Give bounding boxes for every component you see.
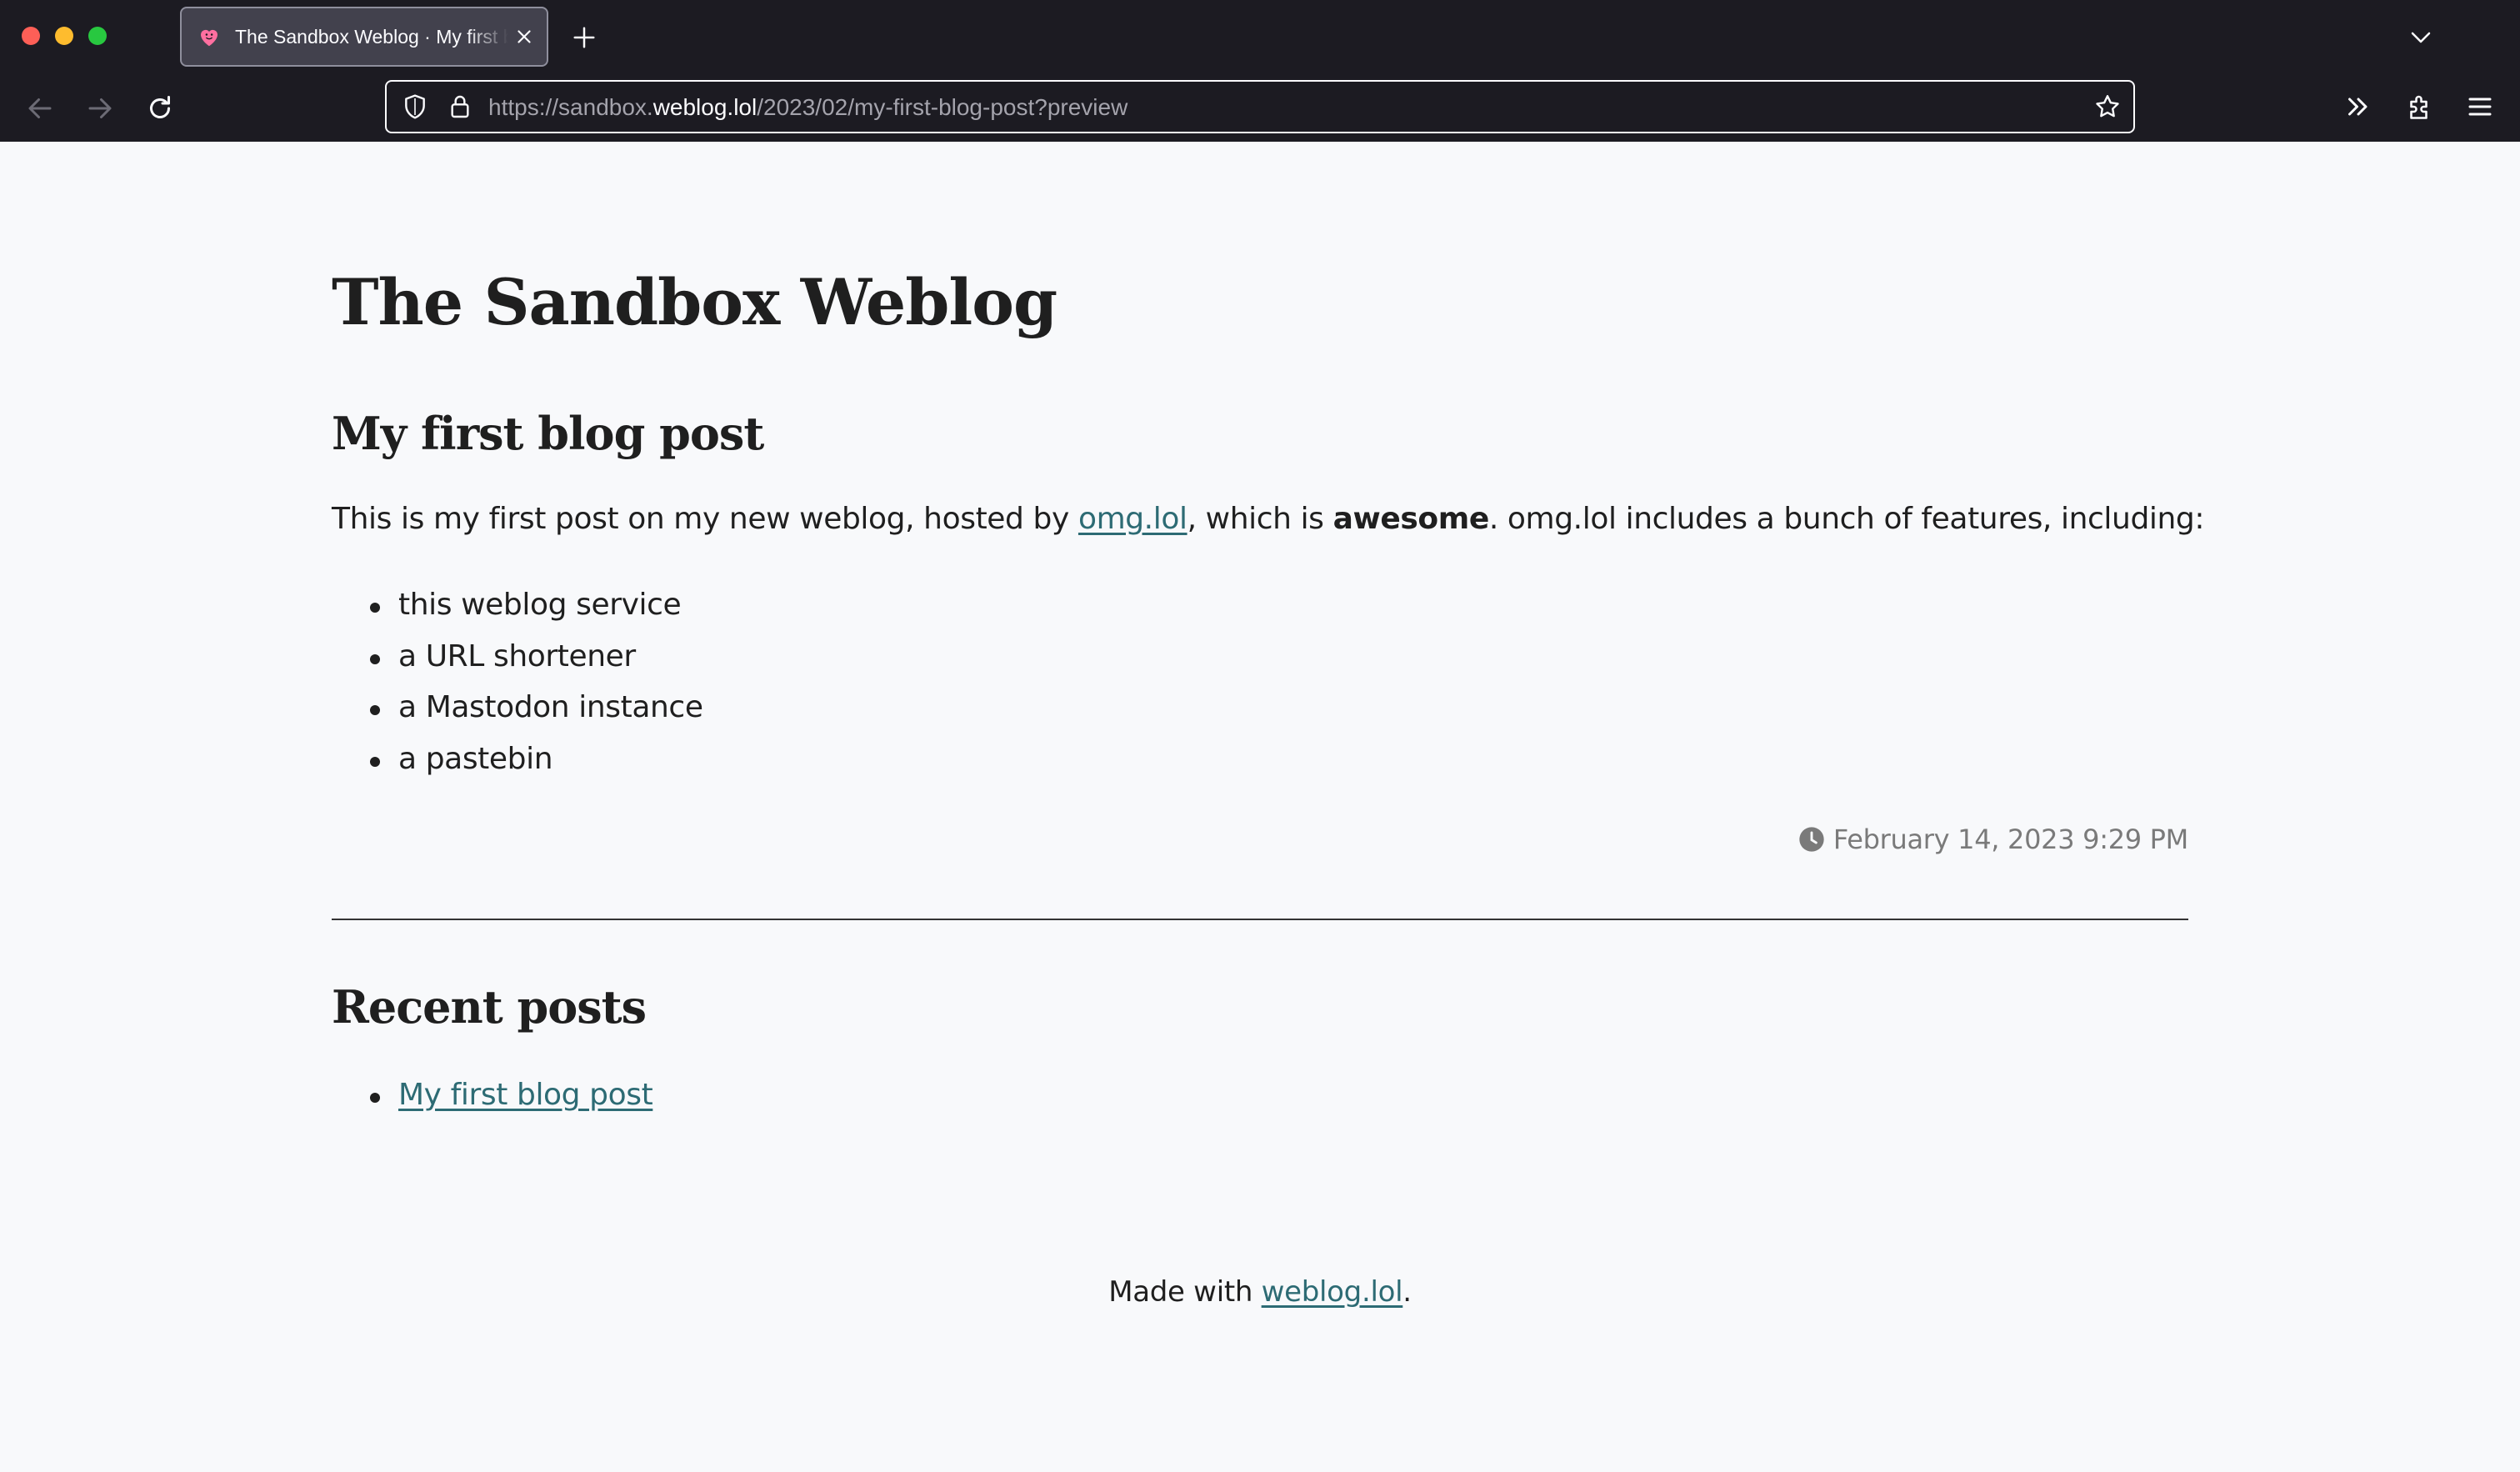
- bookmark-star-icon[interactable]: [2093, 93, 2122, 121]
- intro-text-middle: , which is: [1187, 502, 1333, 536]
- recent-post-link[interactable]: My first blog post: [398, 1078, 653, 1112]
- url-subdomain: sandbox.: [558, 94, 653, 120]
- footer-suffix: .: [1402, 1275, 1412, 1309]
- back-arrow-icon[interactable]: [25, 93, 55, 123]
- post-date: February 14, 2023 9:29 PM: [1798, 824, 2188, 855]
- new-tab-plus-icon[interactable]: [572, 25, 597, 50]
- intro-bold-word: awesome: [1332, 502, 1490, 536]
- heart-favicon-icon: [201, 29, 218, 47]
- page-footer: Made with weblog.lol.: [0, 1275, 2520, 1309]
- list-item: a Mastodon instance: [332, 689, 703, 741]
- post-title: My first blog post: [332, 407, 764, 460]
- overflow-chevrons-icon[interactable]: [2343, 92, 2373, 122]
- extensions-puzzle-icon[interactable]: [2405, 92, 2435, 122]
- post-intro-paragraph: This is my first post on my new weblog, …: [332, 502, 2205, 536]
- tab-list-chevron-down-icon[interactable]: [2408, 25, 2433, 50]
- intro-text-before: This is my first post on my new weblog, …: [332, 502, 1078, 536]
- recent-post-item: My first blog post: [332, 1077, 653, 1129]
- window-maximize-button[interactable]: [88, 27, 107, 45]
- omg-lol-link[interactable]: omg.lol: [1078, 502, 1188, 536]
- page-viewport: The Sandbox Weblog My first blog post Th…: [0, 142, 2520, 1472]
- browser-chrome: The Sandbox Weblog · My first blog post …: [0, 0, 2520, 142]
- url-scheme: https://: [488, 94, 559, 120]
- intro-text-after: . omg.lol includes a bunch of features, …: [1488, 502, 2205, 536]
- post-date-text: February 14, 2023 9:29 PM: [1832, 824, 2188, 855]
- footer-prefix: Made with: [1108, 1275, 1262, 1309]
- url-text[interactable]: https://sandbox.weblog.lol/2023/02/my-fi…: [488, 94, 1128, 121]
- list-item: a pastebin: [332, 741, 703, 793]
- url-host: weblog.lol: [652, 94, 758, 120]
- active-tab[interactable]: The Sandbox Weblog · My first blog post: [180, 7, 548, 67]
- feature-list: this weblog service a URL shortener a Ma…: [332, 587, 703, 792]
- hamburger-menu-icon[interactable]: [2465, 92, 2495, 122]
- window-minimize-button[interactable]: [55, 27, 73, 45]
- list-item: this weblog service: [332, 587, 703, 638]
- recent-posts-list: My first blog post: [332, 1077, 653, 1129]
- forward-arrow-icon[interactable]: [85, 93, 115, 123]
- recent-posts-heading: Recent posts: [332, 980, 647, 1034]
- url-path: /2023/02/my-first-blog-post?preview: [757, 94, 1128, 120]
- site-title[interactable]: The Sandbox Weblog: [332, 265, 1058, 339]
- list-item: a URL shortener: [332, 638, 703, 690]
- address-bar[interactable]: https://sandbox.weblog.lol/2023/02/my-fi…: [385, 80, 2135, 133]
- tab-title: The Sandbox Weblog · My first blog post: [235, 25, 508, 48]
- reload-icon[interactable]: [145, 93, 175, 123]
- section-divider: [332, 919, 2188, 920]
- lock-icon[interactable]: [447, 93, 473, 120]
- weblog-lol-link[interactable]: weblog.lol: [1262, 1275, 1403, 1309]
- clock-icon: [1799, 827, 1824, 852]
- window-close-button[interactable]: [22, 27, 40, 45]
- tab-close-icon[interactable]: [513, 26, 535, 48]
- tracking-protection-shield-icon[interactable]: [402, 93, 428, 120]
